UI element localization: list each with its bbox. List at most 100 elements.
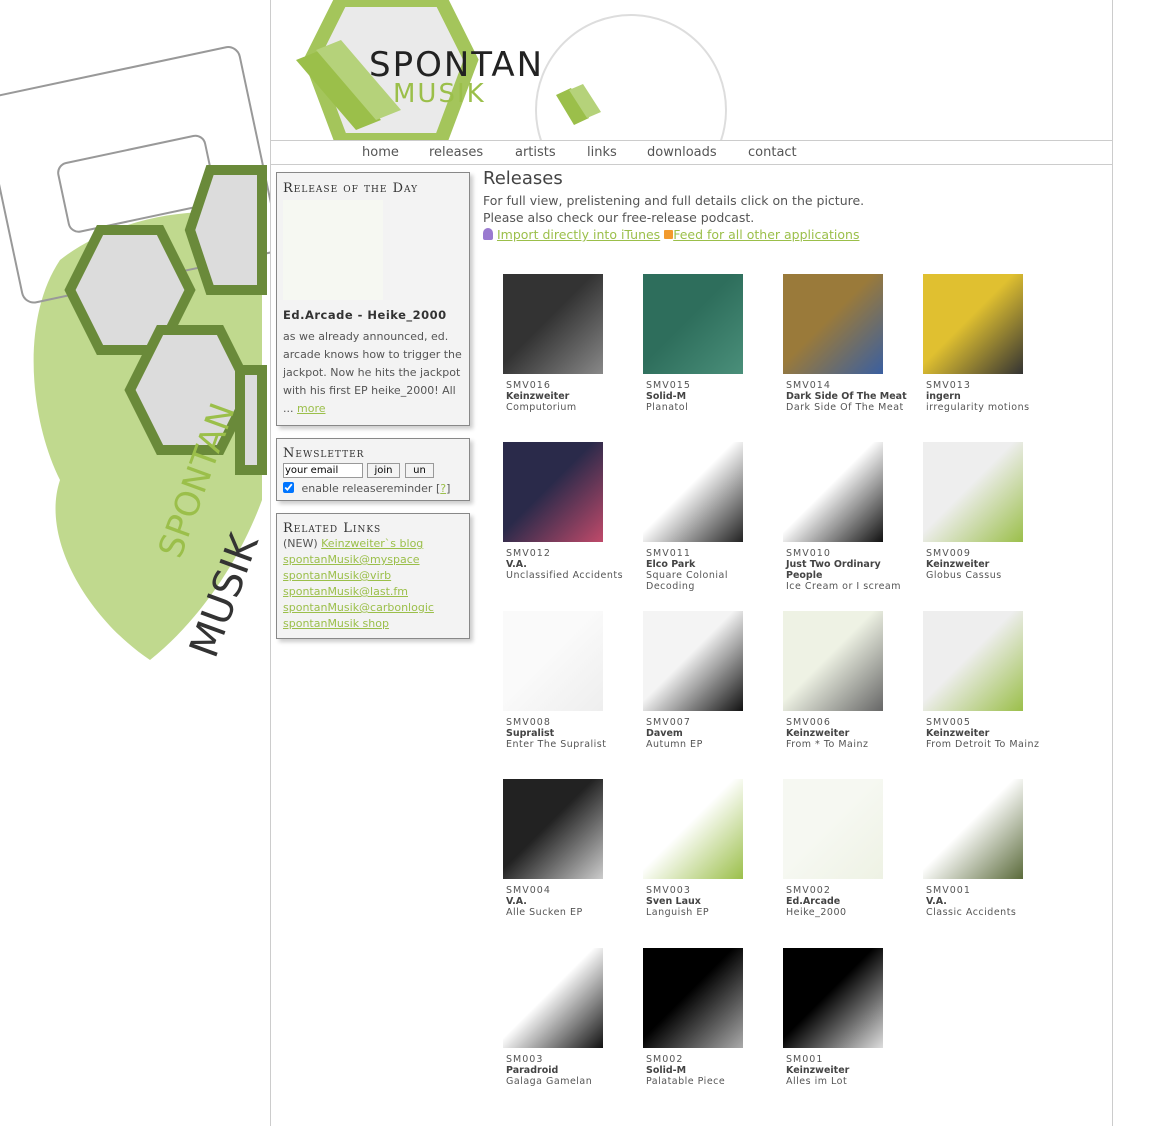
rss-feed-link[interactable]: Feed for all other applications <box>673 227 859 242</box>
release-item[interactable]: SMV003 Sven Laux Languish EP <box>643 779 773 918</box>
release-artist: V.A. <box>506 559 527 570</box>
nav-home[interactable]: home <box>362 145 399 160</box>
release-item[interactable]: SMV011 Elco Park Square Colonial Decoding <box>643 442 773 592</box>
release-cover[interactable] <box>923 442 1023 542</box>
rotd-more-link[interactable]: more <box>297 402 326 415</box>
release-artist: Keinzweiter <box>506 391 570 402</box>
related-link-carbonlogic[interactable]: spontanMusik@carbonlogic <box>283 601 434 614</box>
release-catalog-number: SM002 <box>646 1054 684 1065</box>
release-catalog-number: SMV004 <box>506 885 551 896</box>
email-field[interactable] <box>283 463 363 478</box>
main-nav: home releases artists links downloads co… <box>271 140 1112 165</box>
release-item[interactable]: SMV008 Supralist Enter The Supralist <box>503 611 633 750</box>
release-item[interactable]: SMV001 V.A. Classic Accidents <box>923 779 1053 918</box>
release-item[interactable]: SMV002 Ed.Arcade Heike_2000 <box>783 779 913 918</box>
intro-line-2: Please also check our free-release podca… <box>483 210 755 225</box>
release-cover[interactable] <box>783 948 883 1048</box>
release-title: Unclassified Accidents <box>506 570 624 581</box>
release-artist: Keinzweiter <box>926 728 990 739</box>
podcast-icon <box>483 228 493 240</box>
logo-line2: MUSIK <box>393 79 486 109</box>
unsubscribe-button[interactable]: un <box>405 463 434 478</box>
related-link-virb[interactable]: spontanMusik@virb <box>283 569 391 582</box>
releases-grid: SMV016 Keinzweiter Computorium SMV015 Solid-… <box>503 274 1063 1104</box>
nav-links[interactable]: links <box>587 145 617 160</box>
release-item[interactable]: SMV010 Just Two Ordinary People Ice Cream … <box>783 442 913 592</box>
release-title: Alle Sucken EP <box>506 907 583 918</box>
release-cover[interactable] <box>643 442 743 542</box>
release-cover[interactable] <box>643 779 743 879</box>
release-item[interactable]: SM002 Solid-M Palatable Piece <box>643 948 773 1087</box>
release-cover[interactable] <box>923 274 1023 374</box>
release-item[interactable]: SMV012 V.A. Unclassified Accidents <box>503 442 633 581</box>
release-cover[interactable] <box>643 274 743 374</box>
release-item[interactable]: SMV016 Keinzweiter Computorium <box>503 274 633 413</box>
release-item[interactable]: SM001 Keinzweiter Alles im Lot <box>783 948 913 1087</box>
release-catalog-number: SMV014 <box>786 380 831 391</box>
release-item[interactable]: SMV004 V.A. Alle Sucken EP <box>503 779 633 918</box>
release-title: Square Colonial Decoding <box>646 570 728 592</box>
release-cover[interactable] <box>923 779 1023 879</box>
rss-feed-icon <box>664 230 674 239</box>
release-item[interactable]: SMV015 Solid-M Planatol <box>643 274 773 413</box>
release-title: Dark Side Of The Meat <box>786 402 904 413</box>
nav-artists[interactable]: artists <box>515 145 556 160</box>
itunes-import-link[interactable]: Import directly into iTunes <box>497 227 660 242</box>
main-content: Releases For full view, prelistening and… <box>483 168 1103 242</box>
related-link-myspace[interactable]: spontanMusik@myspace <box>283 553 420 566</box>
related-link-lastfm[interactable]: spontanMusik@last.fm <box>283 585 408 598</box>
logo-line1: SPONTAN <box>369 45 545 85</box>
release-catalog-number: SMV011 <box>646 548 691 559</box>
release-title: Heike_2000 <box>786 907 847 918</box>
release-cover[interactable] <box>643 611 743 711</box>
release-item[interactable]: SMV009 Keinzweiter Globus Cassus <box>923 442 1053 581</box>
release-cover[interactable] <box>783 274 883 374</box>
nav-releases[interactable]: releases <box>429 145 483 160</box>
release-item[interactable]: SMV005 Keinzweiter From Detroit To Mainz <box>923 611 1053 750</box>
nav-contact[interactable]: contact <box>748 145 797 160</box>
release-catalog-number: SMV008 <box>506 717 551 728</box>
related-link-shop[interactable]: spontanMusik shop <box>283 617 389 630</box>
release-item[interactable]: SMV006 Keinzweiter From * To Mainz <box>783 611 913 750</box>
release-item[interactable]: SMV013 ingern irregularity motions <box>923 274 1053 413</box>
release-cover[interactable] <box>643 948 743 1048</box>
release-cover[interactable] <box>503 442 603 542</box>
release-artist: Keinzweiter <box>786 1065 850 1076</box>
release-cover[interactable] <box>503 779 603 879</box>
new-label: (NEW) <box>283 537 318 550</box>
release-of-the-day-box: Release of the Day Ed.Arcade - Heike_200… <box>276 172 470 426</box>
release-cover[interactable] <box>783 442 883 542</box>
release-cover[interactable] <box>923 611 1023 711</box>
release-artist: Elco Park <box>646 559 696 570</box>
release-item[interactable]: SMV014 Dark Side Of The Meat Dark Side Of … <box>783 274 913 413</box>
release-catalog-number: SMV013 <box>926 380 971 391</box>
reminder-checkbox[interactable] <box>283 482 294 493</box>
release-cover[interactable] <box>503 611 603 711</box>
logo[interactable]: SPONTAN MUSIK <box>369 45 545 109</box>
page-title: Releases <box>483 168 563 189</box>
release-artist: Keinzweiter <box>926 559 990 570</box>
rotd-cover[interactable] <box>283 200 383 300</box>
release-artist: Davem <box>646 728 683 739</box>
release-artist: Keinzweiter <box>786 728 850 739</box>
reminder-label: enable releasereminder <box>301 482 433 495</box>
release-cover[interactable] <box>783 611 883 711</box>
release-item[interactable]: SMV007 Davem Autumn EP <box>643 611 773 750</box>
release-catalog-number: SMV002 <box>786 885 831 896</box>
release-item[interactable]: SM003 Paradroid Galaga Gamelan <box>503 948 633 1087</box>
release-cover[interactable] <box>783 779 883 879</box>
nav-downloads[interactable]: downloads <box>647 145 717 160</box>
release-artist: Ed.Arcade <box>786 896 841 907</box>
join-button[interactable]: join <box>367 463 400 478</box>
release-artist: Solid-M <box>646 1065 687 1076</box>
release-catalog-number: SMV009 <box>926 548 971 559</box>
release-title: From * To Mainz <box>786 739 869 750</box>
release-cover[interactable] <box>503 274 603 374</box>
release-catalog-number: SMV015 <box>646 380 691 391</box>
release-cover[interactable] <box>503 948 603 1048</box>
intro-line-1: For full view, prelistening and full det… <box>483 193 865 208</box>
release-title: Galaga Gamelan <box>506 1076 593 1087</box>
related-link-blog[interactable]: Keinzweiter`s blog <box>321 537 423 550</box>
newsletter-heading: Newsletter <box>283 446 365 461</box>
related-heading: Related Links <box>283 521 382 536</box>
